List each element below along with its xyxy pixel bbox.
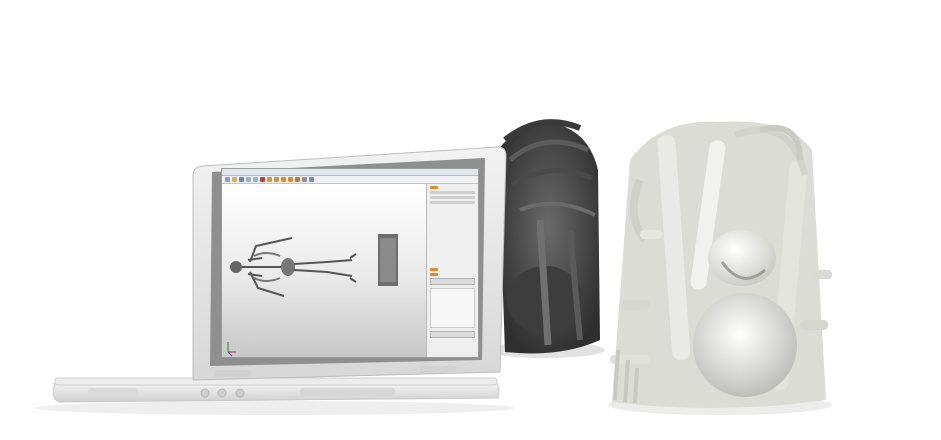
scale-icon[interactable]	[302, 177, 307, 182]
transform-field[interactable]	[430, 273, 438, 276]
move-icon[interactable]	[288, 177, 293, 182]
app-toolbar	[222, 176, 478, 184]
axis-gizmo-icon	[227, 342, 236, 357]
cut-icon[interactable]	[260, 177, 265, 182]
rotate-icon[interactable]	[295, 177, 300, 182]
properties-box	[430, 288, 475, 328]
open-icon[interactable]	[232, 177, 237, 182]
print-button[interactable]	[430, 331, 475, 338]
screen-app-window	[221, 168, 479, 358]
view-icon[interactable]	[309, 177, 314, 182]
object-list-item[interactable]	[430, 201, 475, 204]
copy-icon[interactable]	[267, 177, 272, 182]
object-list-item[interactable]	[430, 186, 438, 189]
right-panel	[426, 184, 478, 357]
light-bone-print	[608, 121, 832, 415]
redo-icon[interactable]	[253, 177, 258, 182]
file-icon[interactable]	[225, 177, 230, 182]
save-icon[interactable]	[239, 177, 244, 182]
object-list-item[interactable]	[430, 196, 475, 199]
select-icon[interactable]	[281, 177, 286, 182]
laptop-base	[35, 377, 515, 415]
transform-field[interactable]	[430, 268, 438, 271]
3d-viewport[interactable]	[222, 184, 429, 357]
packed-print-preview[interactable]	[378, 234, 398, 286]
viewport-scene	[227, 234, 398, 357]
undo-icon[interactable]	[246, 177, 251, 182]
paste-icon[interactable]	[274, 177, 279, 182]
app-titlebar	[222, 169, 478, 176]
skeleton-model[interactable]	[230, 237, 357, 297]
panel-spacer	[427, 206, 478, 266]
object-list-item[interactable]	[430, 191, 475, 194]
apply-button[interactable]	[430, 278, 475, 285]
